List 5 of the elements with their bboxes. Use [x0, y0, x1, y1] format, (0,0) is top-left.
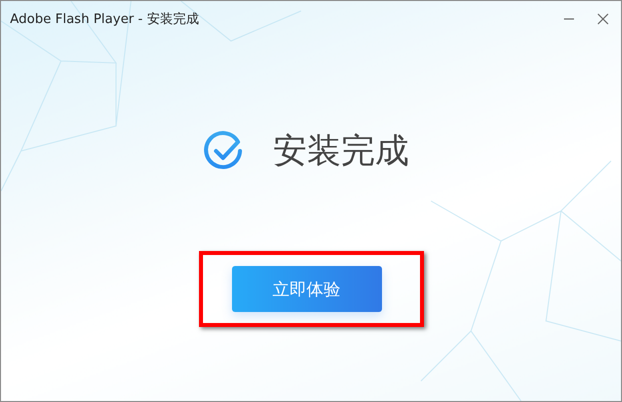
check-circle-icon	[203, 130, 245, 172]
close-icon[interactable]	[597, 13, 609, 25]
window-title: Adobe Flash Player - 安装完成	[10, 11, 199, 28]
try-now-button[interactable]: 立即体验	[232, 266, 382, 312]
status-message: 安装完成	[273, 130, 409, 173]
